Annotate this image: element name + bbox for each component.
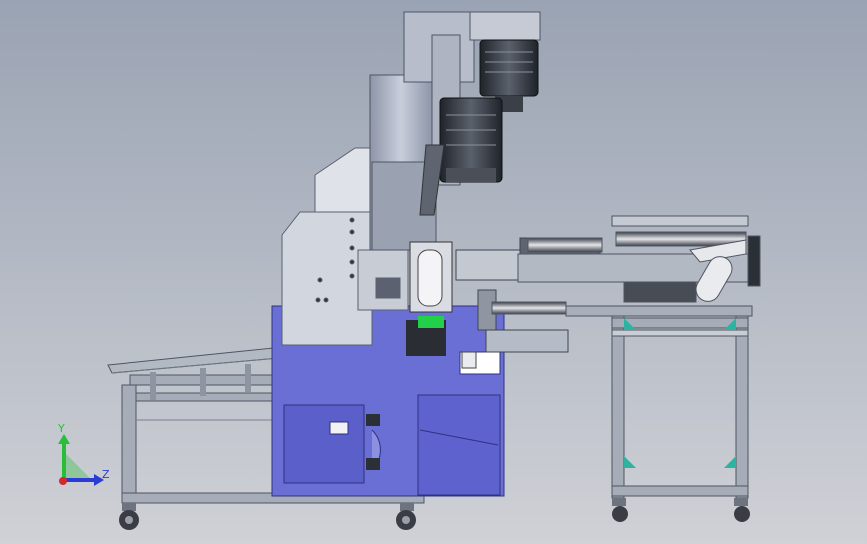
right-frame [611,315,749,499]
right-frame-casters [612,498,750,522]
middle-motor [439,97,503,183]
z-axis-label: Z [102,468,110,481]
coordinate-triad: Y Z [57,422,110,486]
left-frame-casters [119,503,416,530]
machine-assembly-drawing: Y Z [57,11,761,530]
x-axis-origin-marker [59,477,67,485]
right-frame-teal-brackets [624,318,736,468]
yz-plane-marker [64,452,92,480]
y-axis-label: Y [57,422,65,435]
output-conveyor [491,215,761,317]
cad-viewport[interactable]: Y Z [0,0,867,544]
y-axis-arrowhead [58,434,70,444]
